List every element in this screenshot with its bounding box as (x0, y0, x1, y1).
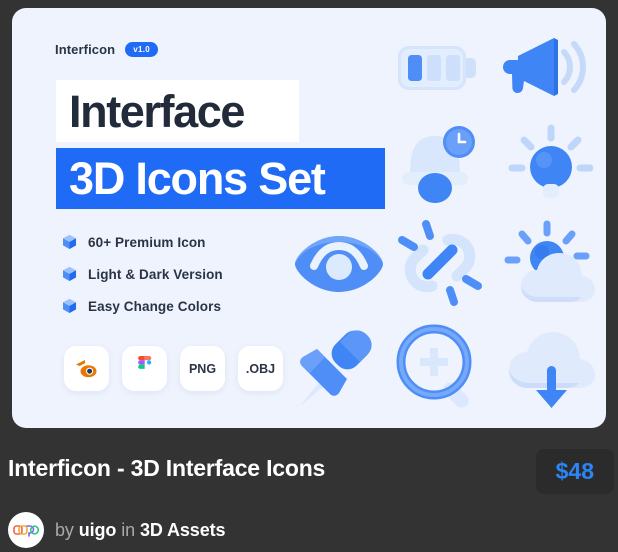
feature-item: Light & Dark Version (62, 266, 223, 282)
promo-screenshot: Interficon v1.0 Interface 3D Icons Set 6… (0, 0, 618, 552)
brand-row: Interficon v1.0 (55, 42, 159, 57)
zoom-in-icon (396, 324, 472, 408)
format-badge-figma[interactable] (122, 346, 167, 391)
icon-preview-grid (282, 22, 606, 428)
category-name[interactable]: 3D Assets (140, 520, 226, 540)
feature-label: Easy Change Colors (88, 298, 222, 314)
headline-line1-block: Interface (56, 80, 299, 142)
author-name[interactable]: uigo (79, 520, 117, 540)
price-badge[interactable]: $48 (535, 449, 614, 494)
cube-icon (63, 235, 76, 249)
eye-icon (295, 236, 383, 292)
uigo-logo-icon (13, 525, 39, 537)
feature-item: Easy Change Colors (62, 298, 223, 314)
in-label: in (121, 519, 136, 540)
megaphone-icon (503, 38, 586, 96)
by-label: by (55, 519, 74, 540)
author-row: by uigo in 3D Assets (8, 512, 226, 548)
brand-name: Interficon (55, 42, 116, 57)
product-preview-card[interactable]: Interficon v1.0 Interface 3D Icons Set 6… (12, 8, 606, 428)
format-badge-obj[interactable]: .OBJ (238, 346, 283, 391)
product-title[interactable]: Interficon - 3D Interface Icons (8, 455, 325, 482)
partly-cloudy-icon (504, 220, 595, 302)
product-title-row: Interficon - 3D Interface Icons (8, 455, 610, 482)
feature-item: 60+ Premium Icon (62, 234, 223, 250)
lightbulb-icon (508, 124, 594, 198)
feature-label: 60+ Premium Icon (88, 234, 206, 250)
blender-icon (75, 359, 96, 377)
pushpin-icon (300, 330, 372, 406)
battery-icon (398, 46, 476, 90)
bell-clock-icon (402, 126, 475, 203)
format-badge-list: PNG .OBJ (64, 346, 283, 391)
feature-label: Light & Dark Version (88, 266, 223, 282)
figma-icon (137, 355, 151, 369)
cloud-download-icon (509, 332, 595, 408)
format-badge-png[interactable]: PNG (180, 346, 225, 391)
cube-icon (63, 299, 76, 313)
broken-link-icon (398, 220, 482, 306)
avatar[interactable] (8, 512, 44, 548)
feature-list: 60+ Premium Icon Light & Dark Version Ea… (62, 234, 223, 314)
author-line: by uigo in 3D Assets (55, 519, 226, 541)
headline-line1: Interface (69, 85, 245, 137)
format-badge-blender[interactable] (64, 346, 109, 391)
version-badge: v1.0 (125, 42, 159, 57)
cube-icon (63, 267, 76, 281)
